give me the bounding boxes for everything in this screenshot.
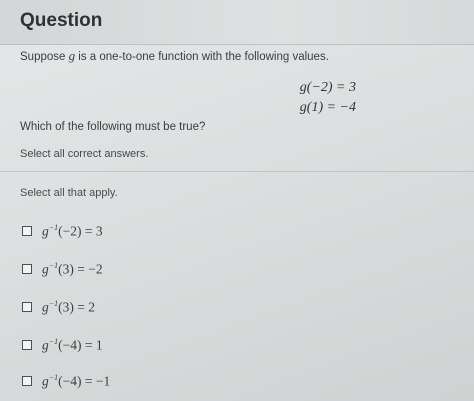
checkbox[interactable] xyxy=(22,340,32,350)
answer-option-label[interactable]: g−1(−4) = −1 xyxy=(42,373,110,390)
answer-option-5[interactable]: g−1(−4) = −1 xyxy=(22,370,110,392)
answer-option-label[interactable]: g−1(3) = −2 xyxy=(42,261,103,278)
answer-option-2[interactable]: g−1(3) = −2 xyxy=(22,258,103,280)
checkbox[interactable] xyxy=(22,264,32,274)
given-value-2: g(1) = −4 xyxy=(299,100,356,115)
given-value-1: g(−2) = 3 xyxy=(299,80,356,95)
given-values: g(−2) = 3 g(1) = −4 xyxy=(300,78,356,118)
checkbox[interactable] xyxy=(22,226,32,236)
checkbox[interactable] xyxy=(22,376,32,386)
which-question: Which of the following must be true? xyxy=(20,121,206,133)
question-header: Question xyxy=(0,0,474,45)
section-divider xyxy=(0,171,474,172)
question-prompt: Suppose g is a one-to-one function with … xyxy=(20,48,329,64)
select-all-instruction: Select all that apply. xyxy=(20,187,118,199)
prompt-text-after: is a one-to-one function with the follow… xyxy=(75,51,329,63)
answer-option-label[interactable]: g−1(−2) = 3 xyxy=(42,223,103,240)
question-title: Question xyxy=(20,10,103,31)
answer-option-1[interactable]: g−1(−2) = 3 xyxy=(22,220,103,242)
answer-option-4[interactable]: g−1(−4) = 1 xyxy=(22,334,103,356)
answer-option-3[interactable]: g−1(3) = 2 xyxy=(22,296,95,318)
question-page: Question Suppose g is a one-to-one funct… xyxy=(0,0,474,401)
select-correct-instruction: Select all correct answers. xyxy=(20,148,149,160)
prompt-text-before: Suppose xyxy=(20,51,69,63)
checkbox[interactable] xyxy=(22,302,32,312)
answer-option-label[interactable]: g−1(3) = 2 xyxy=(42,299,95,316)
answer-option-label[interactable]: g−1(−4) = 1 xyxy=(42,337,103,354)
